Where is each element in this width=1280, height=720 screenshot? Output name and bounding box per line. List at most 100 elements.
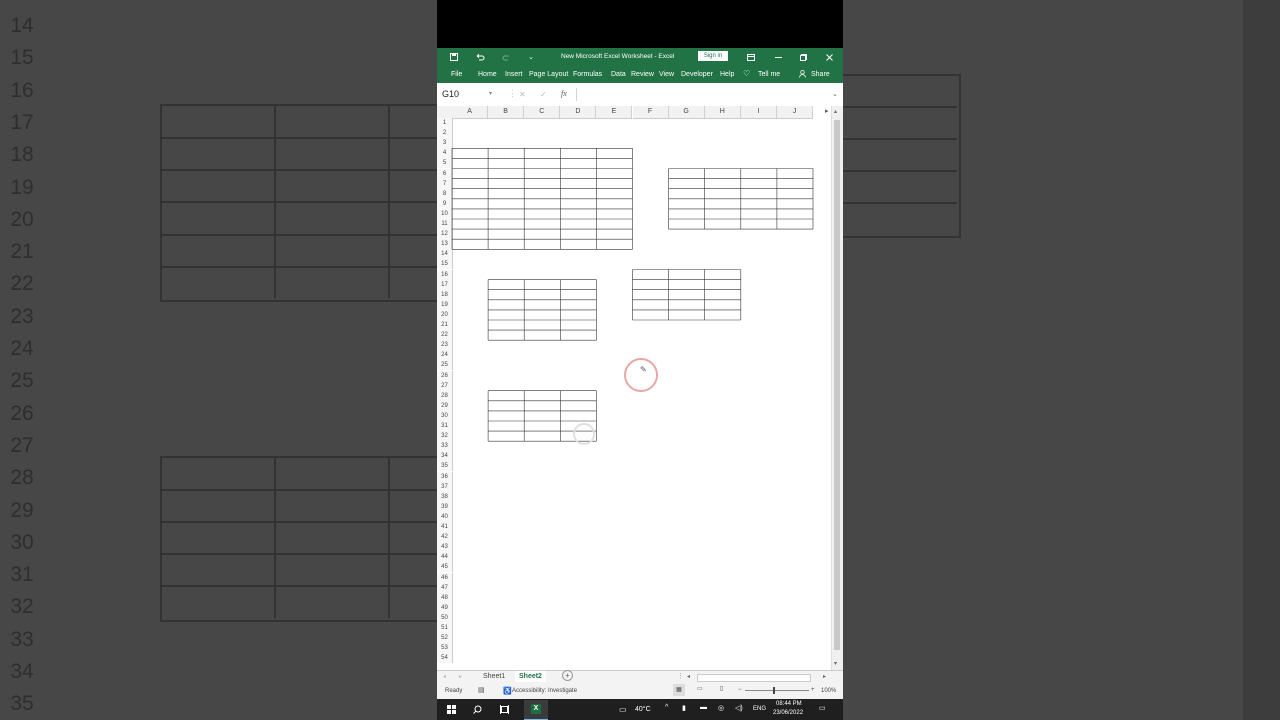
- zoom-slider-thumb[interactable]: [773, 687, 775, 694]
- title-bar: ⌄ New Microsoft Excel Worksheet - Excel …: [437, 48, 843, 66]
- background-row-number: 25: [10, 369, 34, 393]
- tell-me-box[interactable]: Tell me: [758, 71, 780, 78]
- undo-icon[interactable]: [475, 52, 485, 62]
- background-row-number: 34: [10, 660, 34, 683]
- excel-taskbar-button[interactable]: X: [524, 700, 548, 720]
- cancel-icon[interactable]: ✕: [519, 90, 526, 99]
- background-row-number: 18: [10, 143, 34, 167]
- tab-split-handle[interactable]: ⋮: [677, 672, 684, 680]
- search-icon[interactable]: [472, 704, 483, 715]
- new-sheet-button[interactable]: +: [562, 670, 573, 681]
- background-row-number: 24: [10, 337, 34, 360]
- background-row-number: 19: [10, 175, 34, 199]
- minimize-icon[interactable]: [773, 52, 783, 62]
- zoom-slider[interactable]: [745, 690, 809, 691]
- ribbon-display-icon[interactable]: [746, 52, 756, 62]
- background-row-number: 32: [10, 595, 34, 619]
- weather-icon[interactable]: ▭: [619, 705, 627, 714]
- bordered-range-b17-d22: [487, 279, 597, 341]
- background-row-number: 23: [10, 304, 34, 328]
- tab-insert[interactable]: Insert: [505, 71, 523, 78]
- customize-toolbar-icon[interactable]: ⌄: [526, 52, 536, 62]
- formula-bar-splitter[interactable]: ⋮: [508, 88, 517, 99]
- battery-icon[interactable]: ▬: [700, 704, 707, 711]
- sign-in-button[interactable]: Sign in: [698, 51, 728, 61]
- scrollbar-thumb[interactable]: [834, 120, 840, 650]
- tab-view[interactable]: View: [659, 71, 674, 78]
- clock-time[interactable]: 08:44 PM: [776, 701, 802, 707]
- lightbulb-icon[interactable]: ♡: [743, 69, 750, 78]
- tab-developer[interactable]: Developer: [681, 71, 713, 78]
- zoom-level[interactable]: 100%: [821, 688, 836, 694]
- scroll-up-icon[interactable]: ▴: [834, 108, 837, 115]
- tab-formulas[interactable]: Formulas: [573, 71, 602, 78]
- language-indicator[interactable]: ENG: [753, 706, 766, 712]
- close-icon[interactable]: [824, 52, 834, 62]
- phone-screen: ⌄ New Microsoft Excel Worksheet - Excel …: [437, 0, 843, 720]
- tab-home[interactable]: Home: [478, 71, 497, 78]
- background-row-number: 33: [10, 627, 34, 651]
- tab-file[interactable]: File: [451, 71, 462, 78]
- tab-page-layout[interactable]: Page Layout: [529, 71, 568, 78]
- save-icon[interactable]: [449, 52, 459, 62]
- tab-help[interactable]: Help: [720, 71, 734, 78]
- window-title: New Microsoft Excel Worksheet - Excel: [561, 53, 675, 60]
- network-icon[interactable]: ◎: [718, 704, 724, 712]
- share-button[interactable]: Share: [811, 71, 830, 78]
- windows-taskbar: X ▭ 40°C ^ ▮ ▬ ◎ ◁) ENG 08:44 PM 23/06/2…: [437, 699, 843, 720]
- bordered-range-g6-j11: [668, 168, 814, 230]
- redo-icon[interactable]: [501, 52, 511, 62]
- notification-icon[interactable]: ▭: [819, 704, 826, 712]
- accessibility-status[interactable]: Accessibility: Investigate: [512, 688, 577, 694]
- background-row-number: 17: [10, 110, 34, 134]
- macro-record-icon[interactable]: ▤: [478, 686, 485, 694]
- background-row-number: 27: [10, 433, 34, 457]
- name-box-dropdown-icon[interactable]: ▾: [489, 90, 492, 97]
- page-break-view-icon[interactable]: ▯: [720, 685, 723, 692]
- accessibility-icon[interactable]: ♿: [503, 687, 512, 695]
- clock-date[interactable]: 23/06/2022: [773, 710, 803, 716]
- volume-icon[interactable]: ◁): [735, 704, 743, 712]
- background-row-number: 28: [10, 466, 34, 490]
- bordered-range-f16-h20: [632, 269, 742, 321]
- enter-icon[interactable]: ✓: [540, 90, 547, 99]
- page-layout-view-icon[interactable]: ▭: [697, 685, 703, 692]
- tab-review[interactable]: Review: [631, 71, 654, 78]
- formula-input[interactable]: [576, 88, 840, 101]
- fade-touch-indicator: [573, 423, 595, 445]
- vertical-scrollbar[interactable]: ▴ ▾: [831, 106, 843, 670]
- tab-scroll-left-icon[interactable]: ◂: [443, 673, 446, 680]
- background-row-number: 15: [10, 46, 34, 70]
- background-right: [843, 0, 1280, 720]
- background-row-number: 30: [10, 530, 34, 554]
- status-bar: Ready ▤ ♿ Accessibility: Investigate ▦ ▭…: [437, 682, 843, 699]
- hscroll-right-icon[interactable]: ▸: [823, 673, 826, 680]
- task-view-icon[interactable]: [499, 704, 510, 715]
- hscroll-left-icon[interactable]: ◂: [687, 673, 690, 680]
- background-table: [160, 456, 437, 622]
- background-row-number: 21: [10, 240, 34, 264]
- restore-icon[interactable]: [798, 52, 808, 62]
- background-row-number: 20: [10, 207, 34, 231]
- expand-formula-bar-icon[interactable]: ⌄: [832, 90, 838, 98]
- background-row-number: 16: [10, 78, 34, 102]
- name-box[interactable]: G10: [440, 88, 496, 101]
- normal-view-icon[interactable]: ▦: [673, 684, 685, 696]
- person-icon[interactable]: [799, 70, 806, 80]
- zoom-out-icon[interactable]: −: [738, 687, 742, 693]
- background-table: [843, 74, 961, 238]
- status-ready: Ready: [445, 688, 463, 694]
- temperature[interactable]: 40°C: [635, 706, 651, 713]
- zoom-in-icon[interactable]: +: [811, 687, 815, 693]
- insert-function-icon[interactable]: fx: [561, 89, 567, 98]
- usb-icon[interactable]: ▮: [682, 704, 686, 712]
- windows-start-icon[interactable]: [446, 704, 457, 715]
- tab-data[interactable]: Data: [611, 71, 626, 78]
- tab-scroll-right-icon[interactable]: ▸: [459, 673, 462, 680]
- formula-bar: G10 ▾ ⋮ ✕ ✓ fx ⌄: [437, 84, 843, 107]
- background-row-number: 22: [10, 272, 34, 296]
- horizontal-scrollbar[interactable]: [697, 674, 811, 682]
- show-hidden-icons-icon[interactable]: ^: [665, 704, 668, 711]
- scroll-down-icon[interactable]: ▾: [834, 660, 837, 667]
- sheet-tab-sheet1[interactable]: Sheet1: [483, 673, 505, 680]
